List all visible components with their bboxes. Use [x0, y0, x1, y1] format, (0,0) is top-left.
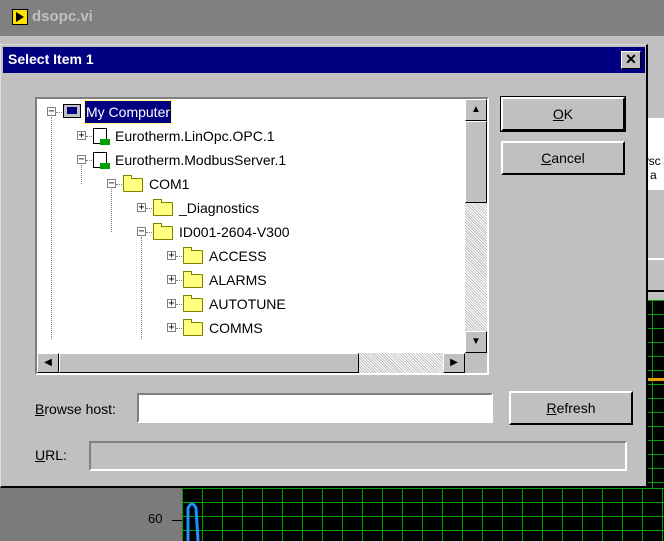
- graph-plot-area: [182, 488, 664, 541]
- tree-connector-horizontal: [116, 184, 122, 185]
- server-icon: [93, 128, 110, 145]
- expand-icon[interactable]: +: [167, 251, 176, 261]
- background-window-titlebar: dsopc.vi: [0, 0, 664, 36]
- url-input: [91, 443, 625, 469]
- scroll-left-button[interactable]: ◀: [37, 353, 59, 373]
- expand-icon[interactable]: +: [167, 323, 176, 333]
- arrow-right-icon: ▶: [450, 357, 458, 368]
- tree-connector-horizontal: [176, 304, 182, 305]
- tree-node-label[interactable]: ALARMS: [209, 269, 267, 291]
- folder-icon: [183, 271, 203, 288]
- browse-host-label: Browse host:: [35, 401, 116, 417]
- tree-node-label[interactable]: ACCESS: [209, 245, 267, 267]
- browse-host-input[interactable]: [139, 395, 491, 421]
- item-tree-view[interactable]: − My Computer + Eurotherm.LinOpc.OPC.1 − Euro…: [35, 97, 489, 375]
- browse-host-label-text: rowse host:: [44, 401, 116, 417]
- folder-icon: [123, 175, 143, 192]
- tree-node-label[interactable]: _Diagnostics: [179, 197, 259, 219]
- tree-connector-horizontal: [86, 136, 92, 137]
- tree-node-label[interactable]: Eurotherm.LinOpc.OPC.1: [115, 125, 275, 147]
- refresh-mnemonic: R: [546, 400, 557, 416]
- url-label: URL:: [35, 447, 67, 463]
- collapse-icon[interactable]: −: [47, 107, 56, 117]
- horizontal-scroll-thumb[interactable]: [59, 353, 359, 373]
- tree-connector-horizontal: [176, 328, 182, 329]
- cancel-button[interactable]: Cancel: [501, 141, 625, 175]
- dialog-titlebar[interactable]: Select Item 1 ✕: [3, 47, 645, 73]
- expand-icon[interactable]: +: [167, 275, 176, 285]
- scrollbar-corner: [465, 353, 487, 373]
- scroll-up-button[interactable]: ▲: [465, 99, 487, 121]
- tree-connector-vertical: [81, 165, 82, 184]
- folder-icon: [153, 223, 173, 240]
- collapse-icon[interactable]: −: [137, 227, 146, 237]
- computer-icon: [63, 104, 81, 118]
- labview-run-icon: [12, 9, 28, 25]
- collapse-icon[interactable]: −: [77, 155, 86, 165]
- horizontal-scroll-track[interactable]: [359, 353, 443, 373]
- tree-connector-horizontal: [146, 232, 152, 233]
- tree-connector-horizontal: [176, 280, 182, 281]
- tree-connector-horizontal: [86, 160, 92, 161]
- close-button[interactable]: ✕: [621, 51, 641, 69]
- tree-connector-vertical: [141, 237, 142, 339]
- tree-node-label[interactable]: ID001-2604-V300: [179, 221, 290, 243]
- folder-icon: [183, 295, 203, 312]
- tree-content: − My Computer + Eurotherm.LinOpc.OPC.1 − Euro…: [37, 99, 465, 353]
- tree-connector-horizontal: [176, 256, 182, 257]
- ok-mnemonic: O: [552, 106, 564, 122]
- vertical-scrollbar[interactable]: ▲ ▼: [465, 99, 487, 353]
- ok-button[interactable]: OK: [500, 96, 626, 132]
- cancel-label: ancel: [551, 150, 585, 166]
- folder-icon: [183, 319, 203, 336]
- tree-node-label[interactable]: AUTOTUNE: [209, 293, 286, 315]
- collapse-icon[interactable]: −: [107, 179, 116, 189]
- refresh-label: efresh: [556, 400, 596, 416]
- arrow-left-icon: ◀: [44, 357, 52, 368]
- cancel-mnemonic: C: [541, 150, 552, 166]
- folder-icon: [183, 247, 203, 264]
- tree-node-label[interactable]: My Computer: [83, 100, 173, 124]
- horizontal-scrollbar[interactable]: ◀ ▶: [37, 353, 465, 373]
- browse-host-field[interactable]: [137, 393, 493, 423]
- tree-node-label[interactable]: COM1: [149, 173, 189, 195]
- url-mnemonic: U: [35, 447, 46, 463]
- refresh-button[interactable]: Refresh: [509, 391, 633, 425]
- scroll-right-button[interactable]: ▶: [443, 353, 465, 373]
- close-icon: ✕: [625, 51, 637, 67]
- server-icon: [93, 152, 110, 169]
- scroll-down-button[interactable]: ▼: [465, 331, 487, 353]
- browse-host-mnemonic: B: [35, 401, 45, 417]
- tree-connector-vertical: [51, 117, 52, 339]
- arrow-up-icon: ▲: [471, 104, 481, 115]
- graph-blue-trace: [186, 502, 200, 541]
- dialog-title: Select Item 1: [8, 51, 94, 67]
- expand-icon[interactable]: +: [77, 131, 86, 141]
- arrow-down-icon: ▼: [471, 336, 481, 347]
- tree-connector-horizontal: [56, 112, 62, 113]
- graph-y-tick: [172, 520, 182, 521]
- tree-node-label[interactable]: COMMS: [209, 317, 263, 339]
- tree-connector-horizontal: [146, 208, 152, 209]
- expand-icon[interactable]: +: [137, 203, 146, 213]
- background-window-title: dsopc.vi: [32, 8, 93, 25]
- url-label-text: RL:: [45, 447, 67, 463]
- folder-icon: [153, 199, 173, 216]
- select-item-dialog: Select Item 1 ✕ − My Computer + Eurotherm.L…: [0, 44, 648, 488]
- graph-y-tick-label: 60: [148, 511, 163, 526]
- tree-node-label[interactable]: Eurotherm.ModbusServer.1: [115, 149, 286, 171]
- vertical-scroll-thumb[interactable]: [465, 121, 487, 203]
- tree-connector-vertical: [111, 189, 112, 232]
- url-field: [89, 441, 627, 471]
- expand-icon[interactable]: +: [167, 299, 176, 309]
- ok-label: K: [563, 106, 574, 122]
